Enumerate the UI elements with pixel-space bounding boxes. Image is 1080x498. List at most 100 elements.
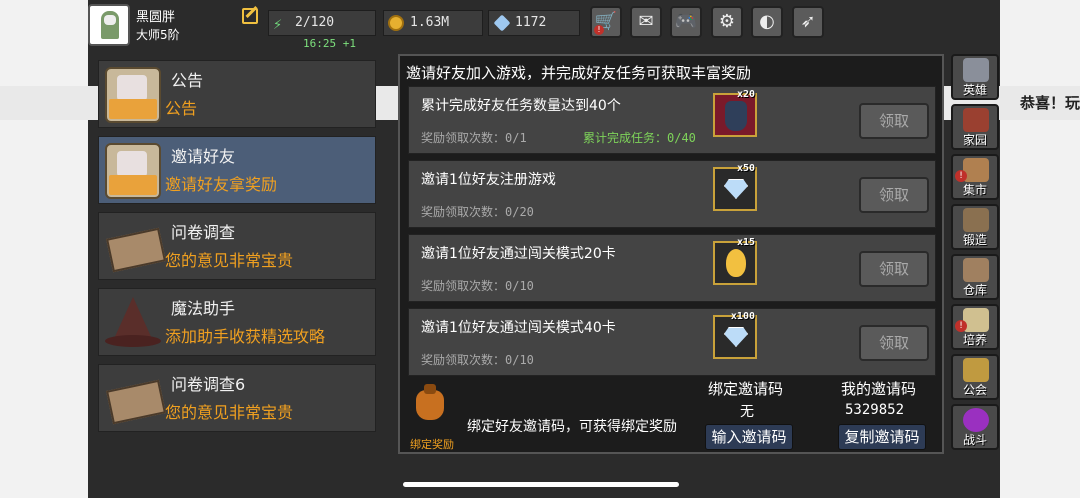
nav-label: 战斗 — [962, 433, 987, 447]
claim-button[interactable]: 领取 — [859, 251, 929, 287]
reward-slot[interactable]: x50 — [713, 163, 757, 211]
reward-quantity: x100 — [730, 311, 755, 322]
task-row: 邀请1位好友通过闯关模式20卡 奖励领取次数：0/10 x15 领取 — [408, 234, 936, 302]
edit-icon[interactable] — [242, 8, 258, 24]
task-title: 邀请1位好友通过闯关模式20卡 — [421, 246, 616, 262]
gem-value: 1172 — [515, 15, 547, 30]
nav-home[interactable]: 家园 — [951, 104, 999, 150]
nav-market[interactable]: ! 集市 — [951, 154, 999, 200]
reward-quantity: x50 — [736, 163, 755, 174]
color-wheel-button[interactable]: ◐ — [751, 6, 783, 38]
diamond-icon — [724, 179, 748, 199]
claim-button[interactable]: 领取 — [859, 325, 929, 361]
task-title: 累计完成好友任务数量达到40个 — [421, 98, 621, 114]
portal-icon — [963, 408, 989, 432]
castle-icon — [963, 108, 989, 132]
shop-alert-badge: ! — [594, 25, 604, 35]
task-row: 累计完成好友任务数量达到40个 奖励领取次数：0/1 累计完成任务：0/40 x… — [408, 86, 936, 154]
menu-item-subtitle: 邀请好友拿奖励 — [165, 175, 278, 194]
task-claim-count: 奖励领取次数：0/20 — [421, 205, 534, 219]
gem-stat: 1172 — [488, 10, 580, 36]
task-title: 邀请1位好友注册游戏 — [421, 172, 556, 188]
menu-item-title: 魔法助手 — [171, 299, 236, 318]
potion-icon — [725, 101, 747, 131]
menu-item-invite-friends[interactable]: 邀请好友 邀请好友拿奖励 — [98, 136, 376, 204]
claim-button[interactable]: 领取 — [859, 103, 929, 139]
menu-item-title: 邀请好友 — [171, 147, 236, 166]
menu-item-title: 问卷调查6 — [171, 375, 246, 394]
survey-sheet-icon — [105, 371, 161, 427]
warehouse-icon — [963, 258, 989, 282]
reward-slot[interactable]: x20 — [713, 89, 757, 137]
nav-label: 家园 — [962, 133, 987, 147]
egg-icon — [726, 249, 746, 277]
task-claim-count: 奖励领取次数：0/10 — [421, 279, 534, 293]
mail-button[interactable]: ✉ — [630, 6, 662, 38]
reward-slot[interactable]: x15 — [713, 237, 757, 285]
feather-icon: ➶ — [800, 11, 816, 32]
claim-button[interactable]: 领取 — [859, 177, 929, 213]
gold-value: 1.63M — [410, 15, 450, 30]
reward-quantity: x20 — [736, 89, 755, 100]
menu-item-magic-assistant[interactable]: 魔法助手 添加助手收获精选攻略 — [98, 288, 376, 356]
my-code-heading: 我的邀请码 — [841, 380, 917, 398]
gold-stat: 1.63M — [383, 10, 483, 36]
mail-icon: ✉ — [638, 11, 654, 32]
bound-code-heading: 绑定邀请码 — [708, 380, 784, 398]
invite-hint: 绑定好友邀请码，可获得绑定奖励 — [467, 419, 677, 435]
nav-guild[interactable]: 公会 — [951, 354, 999, 400]
note-icon — [105, 143, 161, 199]
survey-sheet-icon — [105, 219, 161, 275]
energy-timer: 16:25 +1 — [303, 37, 356, 50]
nav-training[interactable]: ! 培养 — [951, 304, 999, 350]
my-code-value: 5329852 — [845, 402, 905, 418]
nav-warehouse[interactable]: 仓库 — [951, 254, 999, 300]
player-rank: 大师5阶 — [136, 28, 180, 42]
nav-heroes[interactable]: 英雄 — [951, 54, 999, 100]
shop-button[interactable]: 🛒 ! — [590, 6, 622, 38]
hammer-icon — [963, 208, 989, 232]
nav-label: 公会 — [962, 383, 987, 397]
menu-item-survey-6[interactable]: 问卷调查6 您的意见非常宝贵 — [98, 364, 376, 432]
energy-stat: 2/120 — [268, 10, 376, 36]
gear-icon: ⚙ — [718, 11, 736, 32]
reward-slot[interactable]: x100 — [713, 311, 757, 359]
enter-invite-code-button[interactable]: 输入邀请码 — [705, 424, 793, 450]
menu-item-announcement[interactable]: 公告 公告 — [98, 60, 376, 128]
menu-item-survey[interactable]: 问卷调查 您的意见非常宝贵 — [98, 212, 376, 280]
diamond-icon — [724, 327, 748, 347]
reward-bag-icon — [410, 384, 450, 424]
nav-battle[interactable]: 战斗 — [951, 404, 999, 450]
feather-button[interactable]: ➶ — [792, 6, 824, 38]
task-progress: 累计完成任务：0/40 — [583, 131, 696, 145]
gamepad-icon: 🎮 — [674, 11, 698, 32]
bound-code-value: 无 — [740, 404, 754, 420]
ticker-text: 恭喜！玩 — [1020, 94, 1080, 112]
nav-label: 英雄 — [962, 83, 987, 97]
gold-icon — [388, 15, 404, 31]
bind-reward-label: 绑定奖励 — [410, 438, 454, 451]
menu-item-subtitle: 添加助手收获精选攻略 — [165, 327, 326, 346]
right-nav: 英雄 家园 ! 集市 锻造 仓库 ! 培养 公会 战斗 — [951, 54, 999, 454]
copy-invite-code-button[interactable]: 复制邀请码 — [838, 424, 926, 450]
gem-icon — [493, 14, 511, 32]
settings-button[interactable]: ⚙ — [711, 6, 743, 38]
helmet-icon — [963, 58, 989, 82]
menu-item-subtitle: 公告 — [165, 99, 198, 118]
gamepad-button[interactable]: 🎮 — [670, 6, 702, 38]
task-title: 邀请1位好友通过闯关模式40卡 — [421, 320, 616, 336]
wizard-hat-icon — [105, 295, 161, 351]
task-row: 邀请1位好友注册游戏 奖励领取次数：0/20 x50 领取 — [408, 160, 936, 228]
menu-item-title: 公告 — [171, 71, 204, 90]
player-name: 黑圆胖 — [136, 10, 176, 25]
nav-forge[interactable]: 锻造 — [951, 204, 999, 250]
energy-value: 2/120 — [295, 15, 335, 30]
nav-label: 锻造 — [962, 233, 987, 247]
avatar[interactable] — [88, 4, 130, 46]
panel-title: 邀请好友加入游戏，并完成好友任务可获取丰富奖励 — [406, 64, 752, 82]
color-wheel-icon: ◐ — [759, 11, 775, 32]
home-indicator[interactable] — [403, 482, 679, 487]
note-icon — [105, 67, 161, 123]
nav-label: 仓库 — [962, 283, 987, 297]
task-claim-count: 奖励领取次数：0/10 — [421, 353, 534, 367]
